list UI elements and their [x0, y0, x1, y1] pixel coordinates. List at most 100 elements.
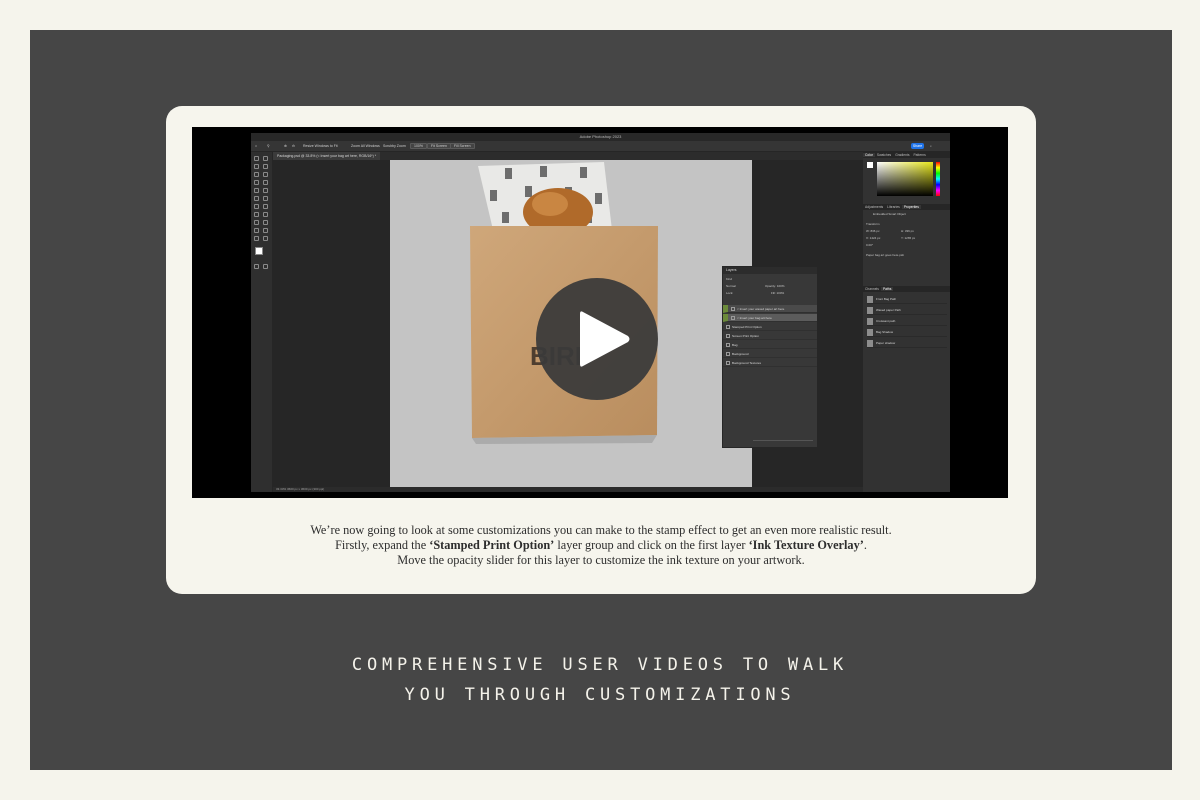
visibility-eye-icon[interactable] [731, 316, 735, 321]
path-row[interactable]: Bag Shadow [867, 327, 947, 337]
frame-tool-icon[interactable] [263, 172, 268, 177]
share-button[interactable]: Share [911, 143, 924, 149]
caption-line-2: Firstly, expand the ‘Stamped Print Optio… [196, 538, 1006, 553]
ps-window-title: Adobe Photoshop 2023 [579, 134, 622, 139]
magic-wand-icon[interactable] [263, 164, 268, 169]
color-picker-field[interactable] [877, 162, 933, 196]
fit-screen-button[interactable]: Fit Screen [427, 143, 451, 149]
layer-row-selected[interactable]: < Insert your bag art here [723, 314, 817, 322]
tab-properties[interactable]: Properties [901, 205, 921, 209]
scrubby-zoom-checkbox[interactable]: Scrubby Zoom [383, 143, 406, 149]
fill-field[interactable]: Fill: 100% [771, 291, 784, 295]
type-tool-icon[interactable] [254, 220, 259, 225]
blend-mode-select[interactable]: Normal [726, 284, 736, 288]
clone-stamp-icon[interactable] [263, 188, 268, 193]
brush-tool-icon[interactable] [254, 188, 259, 193]
smart-object-title: Embedded Smart Object [873, 212, 906, 216]
dodge-tool-icon[interactable] [254, 212, 259, 217]
layers-footer-icons[interactable] [753, 440, 813, 444]
hand-tool-icon[interactable] [263, 228, 268, 233]
transform-y[interactable]: Y: 1265 px [901, 236, 915, 240]
fill-screen-button[interactable]: Fill Screen [450, 143, 475, 149]
tab-patterns[interactable]: Patterns [911, 153, 927, 157]
layer-name: Background [732, 352, 749, 356]
transform-height[interactable]: H: 336 px [901, 229, 914, 233]
play-icon [580, 311, 630, 367]
visibility-eye-icon[interactable] [731, 307, 735, 312]
gradient-tool-icon[interactable] [254, 204, 259, 209]
tab-gradients[interactable]: Gradients [893, 153, 911, 157]
move-tool-icon[interactable] [254, 156, 259, 161]
tab-swatches[interactable]: Swatches [875, 153, 893, 157]
pen-tool-icon[interactable] [263, 212, 268, 217]
video-caption: We’re now going to look at some customiz… [196, 523, 1006, 568]
path-selection-icon[interactable] [263, 220, 268, 225]
folder-icon [726, 352, 730, 357]
resize-windows-checkbox[interactable]: Resize Windows to Fit [303, 143, 338, 149]
play-button[interactable] [536, 278, 658, 400]
path-row[interactable]: Front Bag Path [867, 294, 947, 304]
tab-paths[interactable]: Paths [880, 287, 894, 291]
foreground-color-swatch[interactable] [255, 247, 263, 255]
document-tab[interactable]: Packaging.psd @ 33.8% (< Insert your bag… [273, 152, 381, 160]
ps-title-bar: Adobe Photoshop 2023 [251, 133, 950, 148]
layer-group-row[interactable]: Background [723, 350, 817, 358]
layer-row[interactable]: < Insert your waxed paper art here [723, 305, 817, 313]
healing-brush-icon[interactable] [263, 180, 268, 185]
artboard-tool-icon[interactable] [263, 156, 268, 161]
tagline: COMPREHENSIVE USER VIDEOS TO WALK YOU TH… [300, 650, 900, 710]
ps-status-bar: 33.33% 3600 px x 3600 px (300 ppi) [273, 487, 863, 492]
search-icon[interactable]: ⌕ [930, 143, 932, 149]
screen-mode-icon[interactable] [263, 264, 268, 269]
transform-angle[interactable]: 0.00° [866, 243, 873, 247]
layer-group-row[interactable]: Bag [723, 341, 817, 349]
layer-name: Background Textures [732, 361, 762, 365]
path-name: Front Bag Path [876, 297, 897, 301]
crop-tool-icon[interactable] [254, 172, 259, 177]
folder-icon [726, 361, 730, 366]
eyedropper-icon[interactable] [254, 180, 259, 185]
path-row[interactable]: Waxed paper Path [867, 305, 947, 315]
layer-group-row[interactable]: Screen Print Option [723, 332, 817, 340]
layer-name: Stamped Print Option [732, 325, 762, 329]
zoom-out-icon[interactable]: ⊖ [292, 143, 295, 149]
folder-icon [726, 325, 730, 330]
folder-icon [726, 343, 730, 348]
lasso-tool-icon[interactable] [254, 164, 259, 169]
hue-slider[interactable] [936, 162, 940, 196]
tab-adjustments[interactable]: Adjustments [863, 205, 885, 209]
layer-group-row[interactable]: Background Textures [723, 359, 817, 367]
blur-tool-icon[interactable] [263, 204, 268, 209]
rectangle-tool-icon[interactable] [254, 228, 259, 233]
tab-libraries[interactable]: Libraries [885, 205, 902, 209]
home-icon[interactable]: ⌂ [255, 143, 257, 149]
path-thumbnail [867, 328, 873, 336]
fg-color-chip[interactable] [867, 162, 873, 168]
zoom-tool-icon[interactable]: ⚲ [267, 143, 270, 149]
transform-x[interactable]: X: 1424 px [866, 236, 880, 240]
caption-text: Firstly, expand the [335, 538, 430, 552]
layers-panel: Layers Kind Normal Opacity: 100% Lock: F… [722, 266, 818, 448]
path-row[interactable]: Paper shadow [867, 338, 947, 348]
zoom-all-checkbox[interactable]: Zoom All Windows [351, 143, 380, 149]
history-brush-icon[interactable] [254, 196, 259, 201]
zoom-100-button[interactable]: 100% [410, 143, 427, 149]
tab-color[interactable]: Color [863, 153, 875, 157]
layers-panel-title: Layers [723, 267, 817, 274]
layer-name: Bag [732, 343, 738, 347]
layer-group-row[interactable]: Stamped Print Option [723, 323, 817, 331]
transform-width[interactable]: W: 836 px [866, 229, 879, 233]
tagline-line-1: COMPREHENSIVE USER VIDEOS TO WALK [351, 655, 849, 675]
more-tools-icon[interactable] [263, 236, 268, 241]
path-thumbnail [867, 339, 873, 347]
zoom-in-icon[interactable]: ⊕ [284, 143, 287, 149]
quick-mask-icon[interactable] [254, 264, 259, 269]
opacity-field[interactable]: Opacity: 100% [765, 284, 785, 288]
layer-name: < Insert your bag art here [737, 316, 772, 320]
folder-icon [726, 334, 730, 339]
tab-channels[interactable]: Channels [863, 287, 881, 291]
zoom-tool-sidebar-icon[interactable] [254, 236, 259, 241]
path-row[interactable]: Croissant path [867, 316, 947, 326]
layer-filter-kind[interactable]: Kind [726, 277, 732, 281]
eraser-tool-icon[interactable] [263, 196, 268, 201]
